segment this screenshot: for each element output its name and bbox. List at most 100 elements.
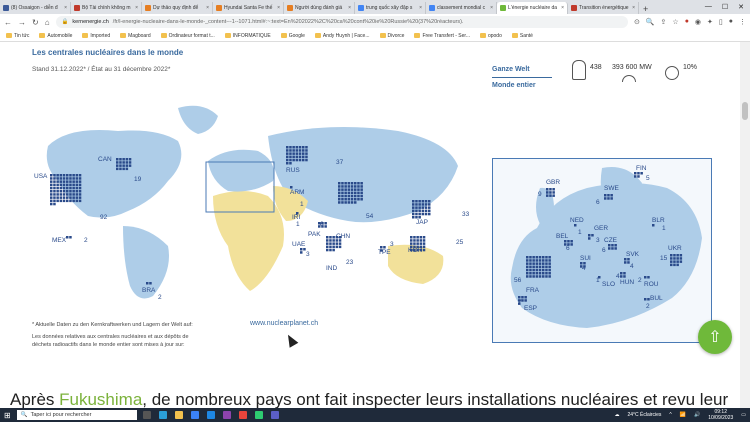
weather-text[interactable]: 24°C Éclaircies <box>627 412 661 418</box>
browser-tab[interactable]: Người dùng đánh giá × <box>284 2 355 14</box>
reactor-count-label: 19 <box>134 176 142 183</box>
tab-close-icon[interactable]: × <box>490 5 493 11</box>
minimize-icon[interactable]: — <box>705 3 712 11</box>
home-icon[interactable]: ⌂ <box>45 18 50 27</box>
back-icon[interactable]: ← <box>4 18 12 27</box>
nuclearplanet-link[interactable]: www.nuclearplanet.ch <box>250 320 318 327</box>
browser-tab[interactable]: Hyundai Santa Fe thế × <box>213 2 284 14</box>
app-icon[interactable] <box>222 411 231 419</box>
profile-icon[interactable]: ◉ <box>695 18 701 26</box>
browser-tab[interactable]: Transition énergétique × <box>568 2 639 14</box>
fukushima-link[interactable]: Fukushima <box>59 390 142 408</box>
clock[interactable]: 09:12 10/09/2023 <box>708 409 733 421</box>
reactor-mark <box>59 196 63 199</box>
browser-tab[interactable]: classement mondial c × <box>426 2 497 14</box>
reactor-mark <box>341 191 344 195</box>
close-window-icon[interactable]: ✕ <box>738 3 744 11</box>
new-tab-button[interactable]: + <box>639 4 652 14</box>
tray-chevron-icon[interactable]: ^ <box>669 412 671 418</box>
bookmark-item[interactable]: Automobile <box>39 33 72 39</box>
taskbar-search[interactable]: 🔍 Taper ici pour rechercher <box>16 410 137 420</box>
mail-icon[interactable] <box>206 411 215 419</box>
bookmark-item[interactable]: Andy Huynh | Face... <box>314 33 370 39</box>
reactor-mark <box>62 174 66 177</box>
extension-icon[interactable]: ● <box>685 18 689 26</box>
teams-icon[interactable] <box>270 411 279 419</box>
photos-icon[interactable] <box>254 411 263 419</box>
browser-tab[interactable]: Dự thảo quy định để × <box>142 2 213 14</box>
reactor-mark <box>357 182 360 185</box>
reactor-mark <box>53 174 56 177</box>
reactor-mark <box>526 262 529 265</box>
tab-close-icon[interactable]: × <box>419 5 422 11</box>
sidebar-icon[interactable]: ▯ <box>719 18 723 26</box>
notification-icon[interactable]: ▭ <box>741 412 746 418</box>
bookmark-item[interactable]: Santé <box>511 33 533 39</box>
tab-close-icon[interactable]: × <box>632 5 635 11</box>
reactor-mark <box>529 262 532 265</box>
network-icon[interactable]: 📶 <box>680 412 686 418</box>
country-code-label: SLO <box>602 281 615 288</box>
page-scrollbar[interactable] <box>740 42 750 408</box>
reactor-mark <box>350 194 354 198</box>
file-explorer-icon[interactable] <box>174 411 183 419</box>
browser-tab[interactable]: (8) Ossaigon - diễn đ × <box>0 2 71 14</box>
browser-tab[interactable]: trung quốc xây đập s × <box>355 2 426 14</box>
chrome-icon[interactable] <box>238 411 247 419</box>
reactor-mark <box>119 167 122 171</box>
tab-close-icon[interactable]: × <box>348 5 351 11</box>
reactor-count-label: 33 <box>462 211 470 218</box>
bookmark-item[interactable]: Google <box>280 33 305 39</box>
bookmark-item[interactable]: INFORMATIQUE <box>224 33 271 39</box>
reactor-mark <box>56 174 59 177</box>
browser-tab[interactable]: L'énergie nucléaire da × <box>497 2 568 14</box>
google-lens-icon[interactable]: ⊙ <box>634 18 640 26</box>
zoom-icon[interactable]: 🔍 <box>646 18 655 26</box>
reactor-mark <box>526 268 529 272</box>
bookmark-star-icon[interactable]: ☆ <box>672 18 678 26</box>
reactor-mark <box>535 262 539 265</box>
reload-icon[interactable]: ↻ <box>32 18 39 27</box>
reactor-mark <box>122 167 125 171</box>
reactor-mark <box>324 225 327 228</box>
tab-close-icon[interactable]: × <box>206 5 209 11</box>
maximize-icon[interactable]: ☐ <box>722 3 728 11</box>
scrollbar-thumb[interactable] <box>742 102 748 120</box>
address-bar[interactable]: 🔒 kernenergie.ch/fr/l-energie-nucleaire-… <box>55 16 628 28</box>
scroll-to-top-button[interactable]: ⇧ <box>698 320 732 354</box>
avatar[interactable]: ● <box>729 18 733 26</box>
edge-icon[interactable] <box>158 411 167 419</box>
folder-icon <box>39 33 46 38</box>
reactor-mark <box>66 236 69 239</box>
windows-start-icon[interactable]: ⊞ <box>4 411 11 420</box>
bookmark-item[interactable]: Free Transfert - Ser... <box>414 33 470 39</box>
store-icon[interactable] <box>190 411 199 419</box>
reactor-mark <box>416 239 419 242</box>
reactor-mark <box>608 247 611 250</box>
share-icon[interactable]: ⇪ <box>661 18 667 26</box>
browser-tab[interactable]: Bộ Tài chính không m × <box>71 2 142 14</box>
tab-close-icon[interactable]: × <box>64 5 67 11</box>
reactor-mark <box>424 212 428 216</box>
reactor-mark <box>354 188 357 191</box>
tab-close-icon[interactable]: × <box>561 5 564 11</box>
pie-icon <box>665 66 679 80</box>
reactor-mark <box>422 239 426 242</box>
bookmark-item[interactable]: Magboard <box>120 33 151 39</box>
extensions-puzzle-icon[interactable]: ✦ <box>707 18 713 26</box>
tab-close-icon[interactable]: × <box>135 5 138 11</box>
taskbar-search-placeholder: Taper ici pour rechercher <box>30 412 92 418</box>
task-view-icon[interactable] <box>142 411 151 419</box>
tab-close-icon[interactable]: × <box>277 5 280 11</box>
volume-icon[interactable]: 🔊 <box>694 412 700 418</box>
bookmark-item[interactable]: Divorce <box>379 33 404 39</box>
bookmark-item[interactable]: opodo <box>479 33 502 39</box>
bookmark-item[interactable]: Tin tức <box>6 33 29 39</box>
forward-icon[interactable]: → <box>18 18 26 27</box>
folder-icon <box>160 33 167 38</box>
reactor-mark <box>526 275 529 278</box>
menu-icon[interactable]: ⋮ <box>739 18 746 26</box>
reactor-mark <box>545 268 548 272</box>
bookmark-item[interactable]: Ordinateur format t... <box>160 33 215 39</box>
bookmark-item[interactable]: Imported <box>82 33 110 39</box>
